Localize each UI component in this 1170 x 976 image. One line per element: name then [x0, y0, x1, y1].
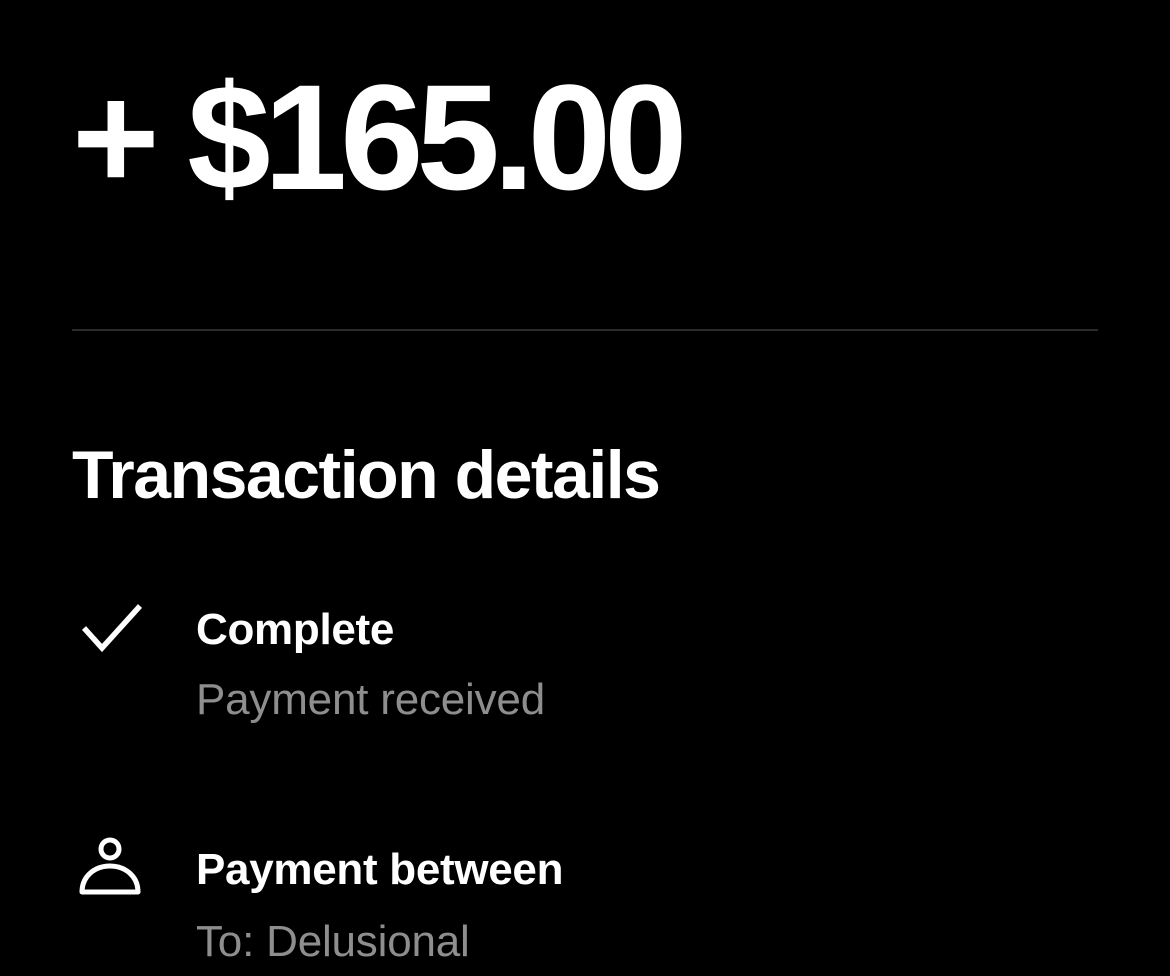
status-title: Complete: [196, 605, 395, 654]
divider: [72, 329, 1098, 331]
status-row: Complete Payment received: [72, 600, 1098, 740]
payment-between-row: Payment between To: Delusional: [72, 836, 1098, 976]
payment-between-subtitle: To: Delusional: [196, 917, 470, 966]
transaction-amount: + $165.00: [72, 53, 687, 221]
checkmark-icon: [72, 600, 152, 680]
payment-between-title: Payment between: [196, 845, 564, 894]
section-title: Transaction details: [72, 437, 661, 513]
status-subtitle: Payment received: [196, 675, 545, 724]
person-icon: [72, 836, 152, 916]
